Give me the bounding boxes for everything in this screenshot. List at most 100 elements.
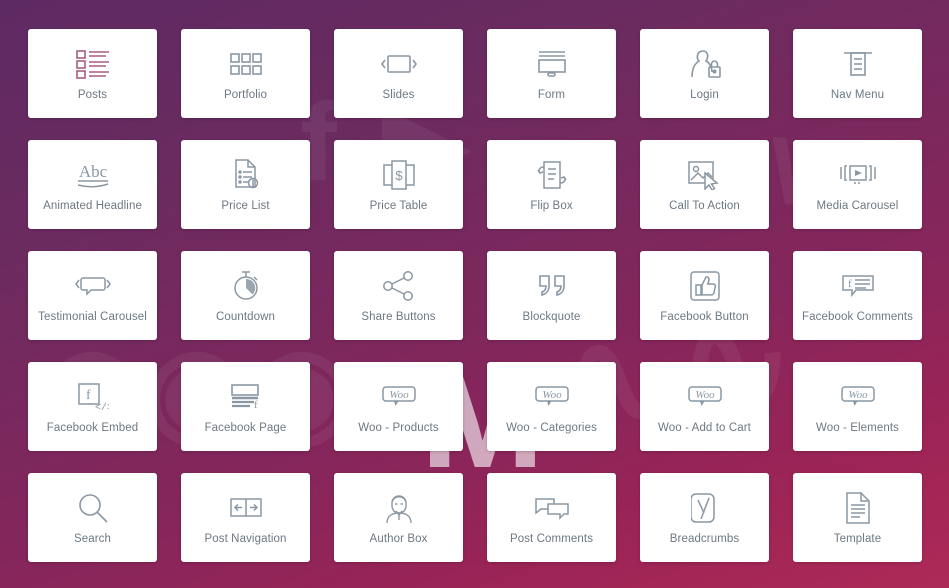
widget-label: Post Comments xyxy=(509,532,594,545)
widget-label: Price Table xyxy=(369,199,428,212)
share-buttons-icon xyxy=(382,268,415,304)
widget-label: Call To Action xyxy=(669,199,740,212)
widget-label: Animated Headline xyxy=(43,199,142,212)
svg-text:f: f xyxy=(86,388,91,403)
widget-label: Woo - Categories xyxy=(506,421,597,434)
widget-card[interactable]: Call To Action xyxy=(640,140,769,229)
widget-label: Facebook Embed xyxy=(46,421,139,434)
widget-card[interactable]: Facebook Button xyxy=(640,251,769,340)
widget-card[interactable]: Post Navigation xyxy=(181,473,310,562)
post-navigation-icon xyxy=(229,490,263,526)
svg-text:Woo: Woo xyxy=(542,389,562,401)
widget-card[interactable]: Posts xyxy=(28,29,157,118)
widget-card[interactable]: Author Box xyxy=(334,473,463,562)
widget-card[interactable]: Media Carousel xyxy=(793,140,922,229)
widget-card[interactable]: Testimonial Carousel xyxy=(28,251,157,340)
widget-label: Breadcrumbs xyxy=(669,532,740,545)
widget-label: Flip Box xyxy=(530,199,573,212)
woo-icon: Woo xyxy=(381,379,417,415)
widget-card[interactable]: Share Buttons xyxy=(334,251,463,340)
price-list-icon xyxy=(232,157,260,193)
price-table-icon: $ xyxy=(382,157,415,193)
countdown-stopwatch-icon xyxy=(231,268,261,304)
widget-label: Media Carousel xyxy=(816,199,899,212)
woo-icon: Woo xyxy=(534,379,570,415)
widget-label: Facebook Page xyxy=(204,421,287,434)
call-to-action-cursor-icon xyxy=(687,157,723,193)
form-icon xyxy=(536,46,568,82)
widget-card[interactable]: Woo Woo - Products xyxy=(334,362,463,451)
svg-text:Abc: Abc xyxy=(78,162,107,181)
facebook-page-icon: f xyxy=(230,379,262,415)
animated-headline-abc-icon: Abc xyxy=(74,157,112,193)
widget-label: Post Navigation xyxy=(204,532,287,545)
widget-card[interactable]: Form xyxy=(487,29,616,118)
widget-grid: Posts Portfolio Slides Form Login Nav Me… xyxy=(0,0,949,562)
flip-box-icon xyxy=(535,157,569,193)
widget-label: Nav Menu xyxy=(830,88,885,101)
widget-label: Slides xyxy=(382,88,415,101)
widget-label: Portfolio xyxy=(223,88,268,101)
widget-card[interactable]: Price List xyxy=(181,140,310,229)
svg-text:Woo: Woo xyxy=(389,389,409,401)
widget-card[interactable]: Slides xyxy=(334,29,463,118)
widgets-panel: f ▶ ∿∿ W ◉◉◉ ↗ M Posts Portfolio Slides … xyxy=(0,0,949,588)
widget-card[interactable]: f </> Facebook Embed xyxy=(28,362,157,451)
svg-text:Woo: Woo xyxy=(848,389,868,401)
facebook-thumbs-up-icon xyxy=(689,268,720,304)
woo-icon: Woo xyxy=(687,379,723,415)
widget-label: Blockquote xyxy=(522,310,581,323)
widget-card[interactable]: Breadcrumbs xyxy=(640,473,769,562)
widget-label: Share Buttons xyxy=(361,310,436,323)
widget-label: Woo - Add to Cart xyxy=(658,421,751,434)
widget-label: Search xyxy=(73,532,112,545)
widget-card[interactable]: Flip Box xyxy=(487,140,616,229)
widget-card[interactable]: Template xyxy=(793,473,922,562)
blockquote-icon xyxy=(536,268,568,304)
widget-label: Author Box xyxy=(369,532,428,545)
widget-card[interactable]: Portfolio xyxy=(181,29,310,118)
facebook-embed-code-icon: f </> xyxy=(77,379,109,415)
widget-label: Template xyxy=(833,532,882,545)
portfolio-grid-icon xyxy=(229,46,262,82)
widget-label: Woo - Elements xyxy=(816,421,899,434)
widget-label: Woo - Products xyxy=(358,421,439,434)
template-document-icon xyxy=(844,490,872,526)
post-comments-icon xyxy=(534,490,569,526)
widget-card[interactable]: Login xyxy=(640,29,769,118)
woo-icon: Woo xyxy=(840,379,876,415)
widget-card[interactable]: f Facebook Comments xyxy=(793,251,922,340)
svg-text:f: f xyxy=(254,399,258,410)
widget-label: Testimonial Carousel xyxy=(38,310,147,323)
widget-label: Facebook Button xyxy=(660,310,749,323)
svg-text:f: f xyxy=(848,278,852,290)
widget-card[interactable]: Post Comments xyxy=(487,473,616,562)
svg-text:$: $ xyxy=(395,168,403,183)
widget-label: Countdown xyxy=(215,310,276,323)
facebook-comments-icon: f xyxy=(841,268,875,304)
widget-card[interactable]: Woo Woo - Categories xyxy=(487,362,616,451)
widget-card[interactable]: $ Price Table xyxy=(334,140,463,229)
search-magnifier-icon xyxy=(78,490,108,526)
svg-text:Woo: Woo xyxy=(695,389,715,401)
widget-label: Price List xyxy=(221,199,270,212)
widget-label: Posts xyxy=(77,88,108,101)
widget-card[interactable]: Nav Menu xyxy=(793,29,922,118)
widget-card[interactable]: Search xyxy=(28,473,157,562)
slides-icon xyxy=(380,46,417,82)
widget-card[interactable]: Abc Animated Headline xyxy=(28,140,157,229)
author-box-person-icon xyxy=(383,490,415,526)
widget-card[interactable]: Woo Woo - Add to Cart xyxy=(640,362,769,451)
svg-text:</>: </> xyxy=(95,402,109,412)
login-lock-icon xyxy=(688,46,722,82)
widget-label: Login xyxy=(690,88,719,101)
widget-card[interactable]: Woo Woo - Elements xyxy=(793,362,922,451)
widget-card[interactable]: Blockquote xyxy=(487,251,616,340)
widget-label: Facebook Comments xyxy=(802,310,913,323)
posts-icon xyxy=(75,46,110,82)
testimonial-carousel-icon xyxy=(74,268,111,304)
widget-card[interactable]: Countdown xyxy=(181,251,310,340)
nav-menu-icon xyxy=(843,46,873,82)
widget-card[interactable]: f Facebook Page xyxy=(181,362,310,451)
yoast-breadcrumbs-icon xyxy=(690,490,719,526)
